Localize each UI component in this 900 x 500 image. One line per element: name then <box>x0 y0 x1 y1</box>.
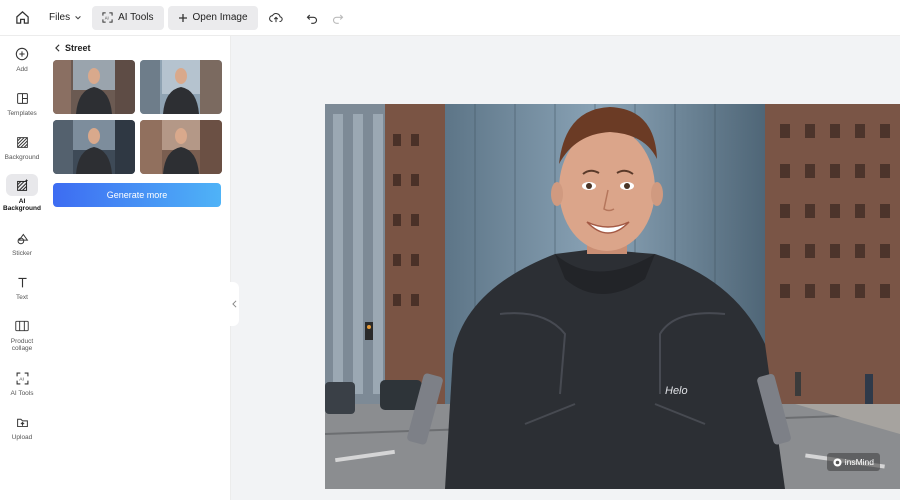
watermark-badge: insMind <box>826 453 880 471</box>
rail-label-templates: Templates <box>7 110 37 117</box>
rail-label-product-collage: Product collage <box>10 338 34 352</box>
rail-item-text[interactable]: Text <box>0 272 44 301</box>
text-icon <box>10 272 34 292</box>
background-thumbnail-4[interactable] <box>140 120 222 174</box>
background-thumbnail-3[interactable] <box>53 120 135 174</box>
svg-text:AI: AI <box>19 376 24 382</box>
files-menu[interactable]: Files <box>43 8 88 27</box>
collapse-panel-handle[interactable] <box>229 282 239 326</box>
upload-icon <box>10 412 34 432</box>
open-image-button[interactable]: Open Image <box>167 5 258 30</box>
ai-scan-icon: AI <box>102 12 113 23</box>
background-icon <box>10 132 34 152</box>
rail-label-ai-tools: AI Tools <box>10 390 34 397</box>
ai-tools-icon: AI <box>10 368 34 388</box>
generate-more-button[interactable]: Generate more <box>53 183 221 207</box>
rail-label-sticker: Sticker <box>12 250 32 257</box>
rail-item-add[interactable]: Add <box>0 44 44 73</box>
templates-icon <box>10 88 34 108</box>
rail-label-upload: Upload <box>11 434 33 441</box>
rail-item-ai-tools[interactable]: AI AI Tools <box>0 368 44 397</box>
open-image-label: Open Image <box>192 12 248 23</box>
ai-background-panel: Street Generate more <box>44 36 231 500</box>
top-toolbar: Files AI AI Tools Open Image <box>0 0 900 36</box>
collage-icon <box>10 316 34 336</box>
background-thumbnail-1[interactable] <box>53 60 135 114</box>
plus-circle-icon <box>10 44 34 64</box>
rail-item-templates[interactable]: Templates <box>0 88 44 117</box>
svg-text:Helo: Helo <box>665 385 688 397</box>
rail-label-add: Add <box>16 66 28 73</box>
redo-icon[interactable] <box>328 8 348 28</box>
plus-icon <box>178 13 187 22</box>
sticker-icon <box>10 228 34 248</box>
ai-tools-label: AI Tools <box>118 12 154 23</box>
chevron-left-icon <box>231 300 236 308</box>
rail-label-ai-background: AI Background <box>3 198 41 212</box>
rail-label-text: Text <box>16 294 28 301</box>
chevron-down-icon <box>75 15 81 20</box>
rail-item-ai-background[interactable]: AI Background <box>0 174 44 212</box>
rail-label-background: Background <box>4 154 40 161</box>
canvas-image[interactable]: Helo insMind <box>325 104 900 489</box>
rail-item-upload[interactable]: Upload <box>0 412 44 441</box>
files-label: Files <box>49 12 71 23</box>
home-icon[interactable] <box>11 7 33 29</box>
undo-icon[interactable] <box>302 8 322 28</box>
rail-item-product-collage[interactable]: Product collage <box>0 316 44 352</box>
left-rail: Add Templates Background AI Background S… <box>0 36 44 500</box>
panel-back-link[interactable]: Street <box>54 43 91 53</box>
background-thumbnail-2[interactable] <box>140 60 222 114</box>
insmind-logo-icon <box>833 457 842 467</box>
cloud-upload-icon[interactable] <box>266 8 286 28</box>
street-portrait-image: Helo <box>325 104 900 489</box>
watermark-text: insMind <box>844 457 874 467</box>
panel-title: Street <box>65 43 91 53</box>
ai-background-icon <box>6 174 38 196</box>
svg-text:AI: AI <box>105 15 109 20</box>
ai-tools-button[interactable]: AI AI Tools <box>92 5 164 30</box>
rail-item-sticker[interactable]: Sticker <box>0 228 44 257</box>
rail-item-background[interactable]: Background <box>0 132 44 161</box>
chevron-left-icon <box>55 44 60 52</box>
